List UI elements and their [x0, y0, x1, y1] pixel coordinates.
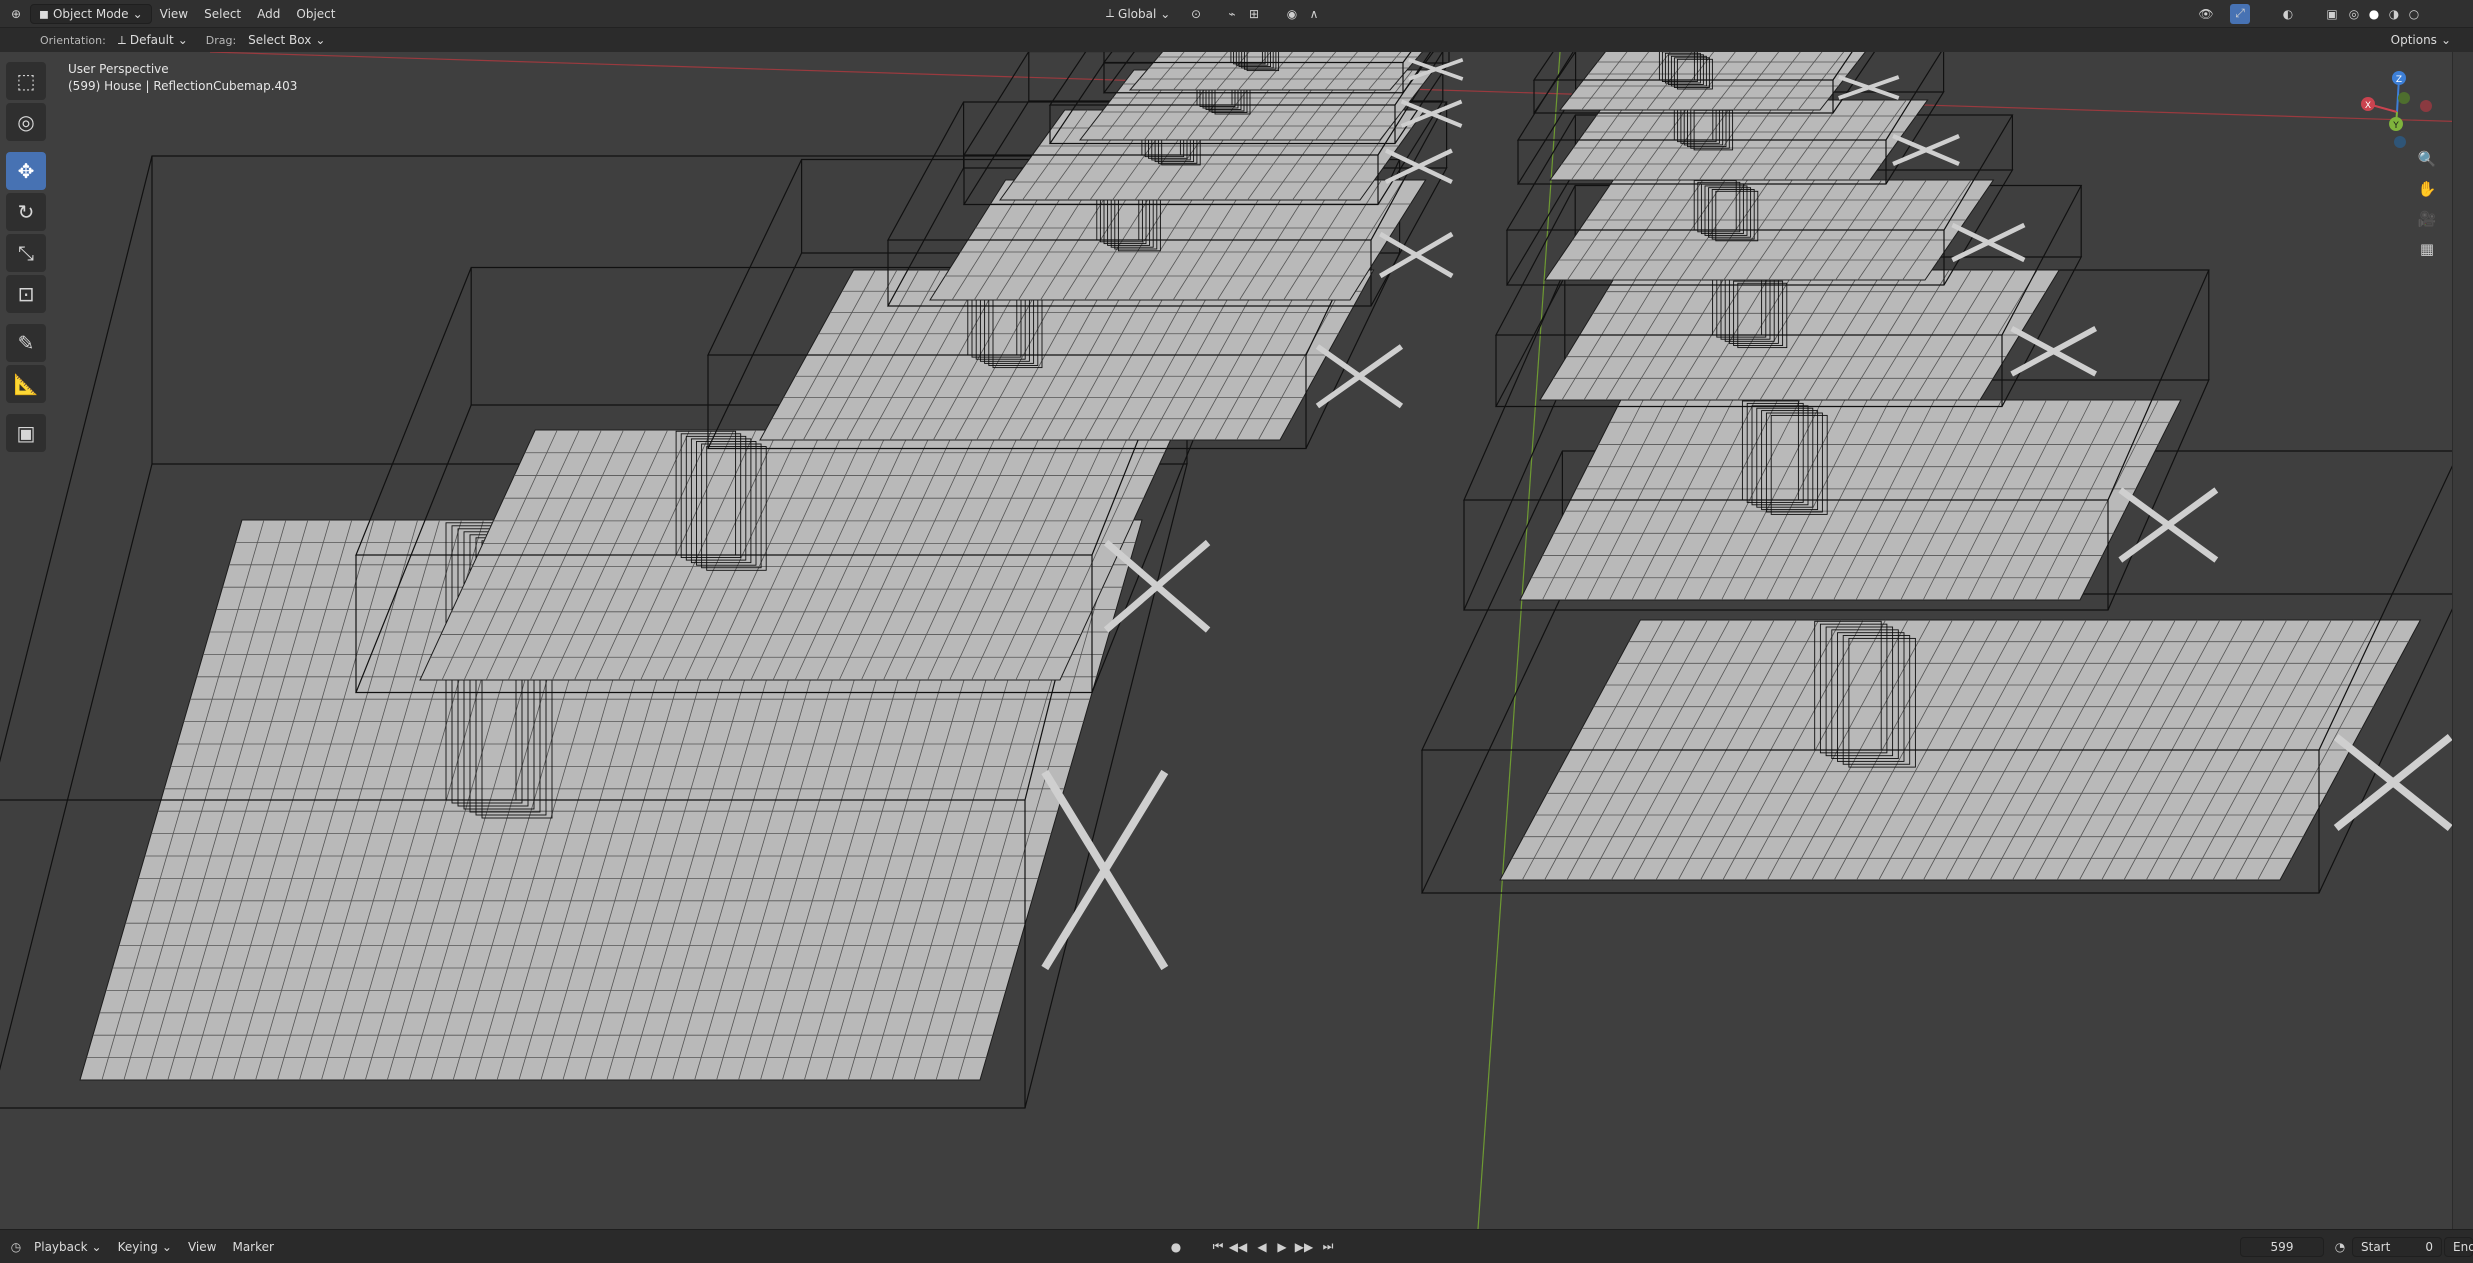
sidebar-toggle[interactable]: [2452, 52, 2473, 1229]
cursor-tool[interactable]: ◎: [6, 103, 46, 141]
tool-settings-bar: Orientation: ⟂ Default ⌄ Drag: Select Bo…: [0, 28, 2473, 52]
start-frame-field[interactable]: Start 0: [2352, 1236, 2442, 1257]
letter-mesh: [2118, 487, 2219, 563]
select-box-tool[interactable]: ⬚: [6, 62, 46, 100]
transform-tool[interactable]: ⊡: [6, 275, 46, 313]
falloff-icon[interactable]: ∧: [1304, 4, 1324, 24]
gizmo-z-label: Z: [2396, 75, 2402, 85]
chevron-down-icon: ⌄: [161, 1239, 172, 1254]
letter-mesh: [1892, 133, 1960, 167]
marker-menu[interactable]: Marker: [224, 1240, 281, 1254]
gizmo-toggle-icon[interactable]: ⤢: [2230, 3, 2250, 24]
chevron-down-icon: ⌄: [91, 1239, 102, 1254]
prev-keyframe-icon[interactable]: ◀◀: [1228, 1237, 1248, 1257]
xray-icon[interactable]: ▣: [2322, 4, 2342, 24]
pivot-point-icon[interactable]: ⊙: [1186, 4, 1206, 24]
3d-viewport[interactable]: ⬚ ◎ ✥ ↻ ⤡ ⊡ ✎ 📐 ▣ User Perspective (599)…: [0, 52, 2473, 1229]
orientation-icon: ⟂: [117, 32, 126, 47]
move-tool[interactable]: ✥: [6, 152, 46, 190]
pan-hand-icon[interactable]: ✋: [2414, 176, 2440, 202]
end-frame-field[interactable]: End: [2444, 1236, 2473, 1257]
menu-view[interactable]: View: [152, 7, 196, 21]
camera-icon[interactable]: 🎥: [2414, 206, 2440, 232]
play-reverse-icon[interactable]: ◀: [1252, 1237, 1272, 1257]
measure-tool[interactable]: 📐: [6, 365, 46, 403]
letter-mesh: [1838, 75, 1900, 100]
zoom-icon[interactable]: 🔍: [2414, 146, 2440, 172]
next-keyframe-icon[interactable]: ▶▶: [1294, 1237, 1314, 1257]
orientation-icon: ⟂: [1106, 6, 1115, 20]
scene-wireframe: [0, 52, 2473, 1229]
timeline-header: ◷ Playback ⌄ Keying ⌄ View Marker ● ⏮ ◀◀ ◀…: [0, 1229, 2473, 1263]
chevron-down-icon: ⌄: [2440, 33, 2451, 47]
navigation-gizmo[interactable]: Z X Y: [2352, 62, 2442, 152]
letter-mesh: [1951, 222, 2026, 263]
menu-add[interactable]: Add: [249, 7, 288, 21]
chevron-down-icon: ⌄: [315, 33, 326, 47]
letter-mesh: [1315, 344, 1404, 409]
mode-dropdown[interactable]: ◼ Object Mode ⌄: [30, 3, 152, 24]
visibility-icon[interactable]: 👁: [2196, 4, 2216, 24]
snap-target-icon[interactable]: ⊞: [1244, 4, 1264, 24]
floor-plate: [1128, 52, 1423, 91]
orientation-dropdown[interactable]: ⟂ Default ⌄: [110, 30, 196, 50]
timeline-view-menu[interactable]: View: [180, 1240, 224, 1254]
solid-shading-icon[interactable]: ●: [2364, 4, 2384, 24]
menu-select[interactable]: Select: [196, 7, 249, 21]
view-perspective-label: User Perspective: [68, 62, 169, 76]
add-cube-tool[interactable]: ▣: [6, 414, 46, 452]
record-icon[interactable]: ●: [1166, 1237, 1186, 1257]
rendered-shading-icon[interactable]: ○: [2404, 4, 2424, 24]
rotate-tool[interactable]: ↻: [6, 193, 46, 231]
wireframe-shading-icon[interactable]: ◎: [2344, 4, 2364, 24]
letter-mesh: [1379, 231, 1454, 279]
gizmo-y-label: Y: [2392, 121, 2399, 131]
clock-icon[interactable]: ◔: [2330, 1237, 2350, 1257]
grid-view-icon[interactable]: ▦: [2414, 236, 2440, 262]
letter-mesh: [2333, 734, 2453, 831]
editor-type-icon[interactable]: ⊕: [6, 4, 26, 24]
y-axis-line: [1477, 52, 1561, 1229]
jump-start-icon[interactable]: ⏮: [1208, 1237, 1228, 1257]
material-shading-icon[interactable]: ◑: [2384, 4, 2404, 24]
letter-mesh: [1041, 769, 1169, 971]
proportional-edit-icon[interactable]: ◉: [1282, 4, 1302, 24]
keying-menu[interactable]: Keying ⌄: [110, 1237, 180, 1257]
viewport-header: ⊕ ◼ Object Mode ⌄ View Select Add Object…: [0, 0, 2473, 28]
menu-object[interactable]: Object: [288, 7, 343, 21]
transform-orientation-dropdown[interactable]: ⟂ Global ⌄: [1098, 4, 1178, 24]
playback-menu[interactable]: Playback ⌄: [26, 1237, 110, 1257]
letter-mesh: [2010, 326, 2098, 377]
drag-label: Drag:: [205, 33, 237, 47]
active-object-label: (599) House | ReflectionCubemap.403: [68, 79, 298, 93]
annotate-tool[interactable]: ✎: [6, 324, 46, 362]
chevron-down-icon: ⌄: [1160, 6, 1171, 21]
jump-end-icon[interactable]: ⏭: [1318, 1237, 1338, 1257]
options-dropdown[interactable]: Options ⌄: [2383, 30, 2459, 50]
snap-icon[interactable]: ⌁: [1222, 4, 1242, 24]
play-icon[interactable]: ▶: [1272, 1237, 1292, 1257]
object-mode-icon: ◼: [39, 6, 49, 21]
timeline-editor-icon[interactable]: ◷: [6, 1237, 26, 1257]
orientation-label: Orientation:: [40, 33, 106, 47]
scale-tool[interactable]: ⤡: [6, 234, 46, 272]
chevron-down-icon: ⌄: [177, 33, 188, 47]
drag-dropdown[interactable]: Select Box ⌄: [240, 30, 333, 50]
tool-shelf: ⬚ ◎ ✥ ↻ ⤡ ⊡ ✎ 📐 ▣: [6, 62, 46, 452]
chevron-down-icon: ⌄: [132, 6, 143, 21]
gizmo-x-label: X: [2365, 101, 2371, 111]
overlays-icon[interactable]: ◐: [2278, 4, 2298, 24]
current-frame-field[interactable]: 599: [2240, 1236, 2324, 1257]
